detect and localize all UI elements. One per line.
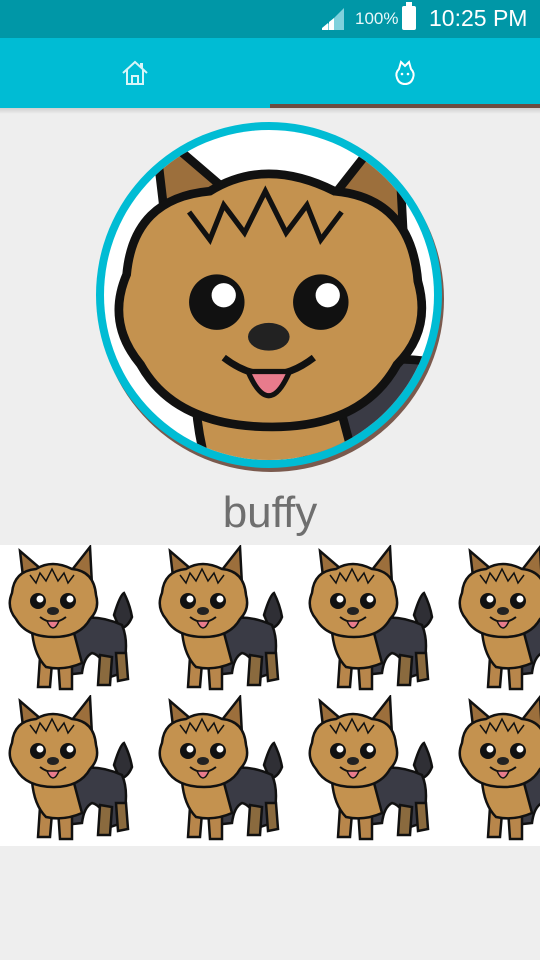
profile-photo <box>104 130 434 460</box>
tab-bar-shadow <box>0 108 540 114</box>
gallery-photo[interactable] <box>2 695 152 845</box>
clock: 10:25 PM <box>429 5 528 31</box>
tab-pet[interactable] <box>270 38 540 108</box>
gallery-photo[interactable] <box>452 695 540 845</box>
home-icon <box>122 60 148 85</box>
gallery-photo[interactable] <box>452 545 540 695</box>
pet-icon <box>395 60 415 86</box>
pet-name: buffy <box>222 488 318 537</box>
yorkie-illustration <box>104 130 434 460</box>
photo-gallery <box>0 545 540 846</box>
battery-percent: 100% <box>355 9 399 28</box>
gallery-photo[interactable] <box>302 545 452 695</box>
status-bar: 100% 10:25 PM <box>0 0 540 38</box>
tab-home[interactable] <box>0 38 270 108</box>
gallery-photo[interactable] <box>2 545 152 695</box>
battery-icon <box>402 2 416 30</box>
gallery-photo[interactable] <box>302 695 452 845</box>
profile-photo-frame[interactable] <box>96 122 442 468</box>
gallery-photo[interactable] <box>152 545 302 695</box>
tab-bar <box>0 38 540 108</box>
gallery-photo[interactable] <box>152 695 302 845</box>
signal-icon <box>322 8 344 30</box>
